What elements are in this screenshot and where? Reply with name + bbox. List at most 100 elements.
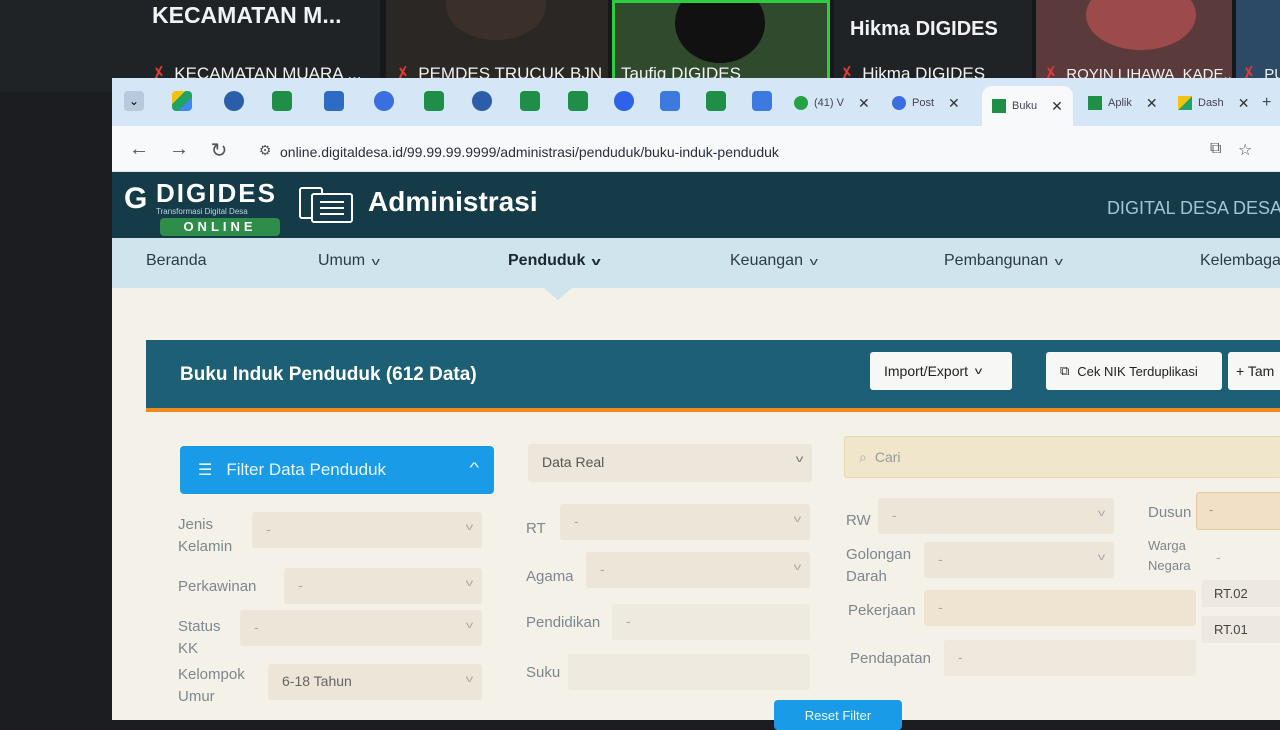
agama-select[interactable]: -v — [586, 552, 810, 588]
close-icon[interactable]: ✕ — [858, 95, 870, 112]
tab-post[interactable]: Post ✕ — [892, 90, 960, 116]
app-header: G DIGIDES Transformasi Digital Desa ONLI… — [112, 172, 1280, 238]
jenis-kelamin-select[interactable]: -v — [252, 512, 482, 548]
sheet-icon[interactable] — [520, 91, 540, 111]
perkawinan-select[interactable]: -v — [284, 568, 482, 604]
chevron-down-icon: v — [795, 454, 804, 465]
tab-bar: ⌄ (41) V ✕ Post ✕ Buku ✕ Aplik ✕ Dash ✕ … — [112, 78, 1280, 126]
tab-whatsapp[interactable]: (41) V ✕ — [794, 90, 870, 116]
chevron-down-icon: v — [465, 522, 474, 533]
chevron-up-icon: ^ — [469, 459, 480, 475]
sheet-icon — [1088, 96, 1102, 110]
filter-list-icon: ☰ — [198, 462, 213, 479]
zoom-icon[interactable] — [374, 91, 394, 111]
chevron-down-icon: v — [1054, 256, 1063, 268]
page-title: Buku Induk Penduduk (612 Data) — [180, 364, 477, 385]
data-source-select[interactable]: Data Real v — [528, 444, 812, 482]
chevron-down-icon: v — [809, 256, 818, 268]
filter-toggle-button[interactable]: ☰ Filter Data Penduduk ^ — [180, 446, 494, 494]
chevron-down-icon: v — [371, 256, 380, 268]
tab-dash[interactable]: Dash ✕ — [1178, 90, 1249, 116]
filter-label-agama: Agama — [526, 568, 574, 585]
close-icon[interactable]: ✕ — [1146, 95, 1158, 112]
close-icon[interactable]: ✕ — [1238, 95, 1250, 112]
filter-label-dusun: Dusun — [1148, 504, 1192, 521]
forward-arrow-icon[interactable]: → — [168, 138, 190, 161]
open-external-icon[interactable]: ⧉ — [1210, 140, 1221, 158]
copy-icon: ⧉ — [1060, 363, 1070, 378]
suku-select[interactable] — [568, 654, 810, 690]
sheet-icon[interactable] — [424, 91, 444, 111]
kelompok-umur-select[interactable]: 6-18 Tahun v — [268, 664, 482, 700]
back-arrow-icon[interactable]: ← — [128, 138, 150, 161]
filter-label-suku: Suku — [526, 664, 561, 681]
camera-feed — [675, 3, 765, 63]
sheet-icon[interactable] — [568, 91, 588, 111]
doc-icon[interactable] — [660, 91, 680, 111]
doc-icon[interactable] — [752, 91, 772, 111]
whatsapp-icon — [794, 96, 808, 110]
golongan-darah-select[interactable]: -v — [924, 542, 1114, 578]
rt-select[interactable]: -v — [560, 504, 810, 540]
pendidikan-select[interactable]: - — [612, 604, 810, 640]
address-field[interactable]: online.digitaldesa.id/99.99.99.9999/admi… — [280, 144, 779, 160]
filter-label-perkawinan: Perkawinan — [178, 578, 257, 595]
dusun-select[interactable]: - — [1196, 492, 1280, 530]
main-menu: Beranda Umum v Penduduk v Keuangan v Pemban… — [112, 238, 1280, 288]
pendapatan-select[interactable]: - — [944, 640, 1196, 676]
chevron-down-icon: v — [591, 256, 601, 268]
pekerjaan-select[interactable]: - — [924, 590, 1196, 626]
filter-label-pendidikan: Pendidikan — [526, 614, 601, 631]
participant-big-name: KECAMATAN M... — [152, 2, 342, 28]
menu-beranda[interactable]: Beranda — [146, 252, 207, 270]
site-settings-icon[interactable]: ⚙ — [254, 142, 276, 159]
browser-window: ⌄ (41) V ✕ Post ✕ Buku ✕ Aplik ✕ Dash ✕ … — [112, 78, 1280, 730]
tab-list-icon[interactable]: ⌄ — [124, 91, 144, 111]
close-icon[interactable]: ✕ — [1051, 98, 1063, 115]
drive-icon[interactable] — [172, 91, 192, 111]
status-kk-select[interactable]: -v — [240, 610, 482, 646]
chevron-down-icon: v — [793, 562, 802, 573]
chevron-down-icon: v — [974, 365, 983, 377]
dropdown-option[interactable]: RT.02 — [1202, 580, 1280, 607]
close-icon[interactable]: ✕ — [948, 95, 960, 112]
check-duplicate-nik-button[interactable]: ⧉ Cek NIK Terduplikasi — [1046, 352, 1222, 390]
dropdown-option[interactable]: RT.01 — [1202, 616, 1280, 643]
search-input[interactable]: ⌕ Cari — [844, 436, 1280, 478]
menu-keuangan[interactable]: Keuangan v — [730, 252, 818, 270]
online-badge: ONLINE — [160, 218, 280, 236]
rw-select[interactable]: -v — [878, 498, 1114, 534]
globe-icon[interactable] — [224, 91, 244, 111]
filter-label-warga-negara: Warga Negara — [1148, 538, 1191, 573]
sheet-icon[interactable] — [706, 91, 726, 111]
tab-aplik[interactable]: Aplik ✕ — [1088, 90, 1158, 116]
drive-icon — [1178, 96, 1192, 110]
reload-icon[interactable]: ↻ — [208, 138, 230, 163]
menu-pembangunan[interactable]: Pembangunan v — [944, 252, 1063, 270]
menu-kelembagaan[interactable]: Kelembaga — [1200, 252, 1280, 270]
tab-buku-active[interactable]: Buku ✕ — [982, 86, 1073, 126]
form-icon[interactable] — [324, 91, 344, 111]
chevron-down-icon: v — [793, 514, 802, 525]
filter-label-status-kk: Status KK — [178, 618, 221, 657]
camera-feed — [446, 0, 546, 40]
new-tab-button[interactable]: + — [1262, 90, 1271, 116]
warga-negara-select[interactable]: - — [1202, 540, 1280, 576]
filter-label-jenis-kelamin: Jenis Kelamin — [178, 516, 233, 555]
filter-label-rt: RT — [526, 520, 546, 537]
filter-label-rw: RW — [846, 512, 871, 529]
menu-umum[interactable]: Umum v — [318, 252, 380, 270]
info-icon[interactable] — [614, 91, 634, 111]
import-export-button[interactable]: Import/Export v — [870, 352, 1012, 390]
sheet-icon[interactable] — [272, 91, 292, 111]
menu-penduduk[interactable]: Penduduk v — [508, 252, 601, 270]
sheet-icon — [992, 99, 1006, 113]
search-icon: ⌕ — [859, 449, 867, 465]
add-button[interactable]: + Tam — [1228, 352, 1280, 390]
reset-filter-button[interactable]: Reset Filter — [774, 700, 902, 730]
filter-label-pekerjaan: Pekerjaan — [848, 602, 916, 619]
globe-icon[interactable] — [472, 91, 492, 111]
url-bar: ← → ↻ ⚙ online.digitaldesa.id/99.99.99.9… — [112, 126, 1280, 172]
bookmark-star-icon[interactable]: ☆ — [1238, 140, 1252, 160]
filter-label-kelompok-umur: Kelompok Umur — [178, 666, 245, 705]
